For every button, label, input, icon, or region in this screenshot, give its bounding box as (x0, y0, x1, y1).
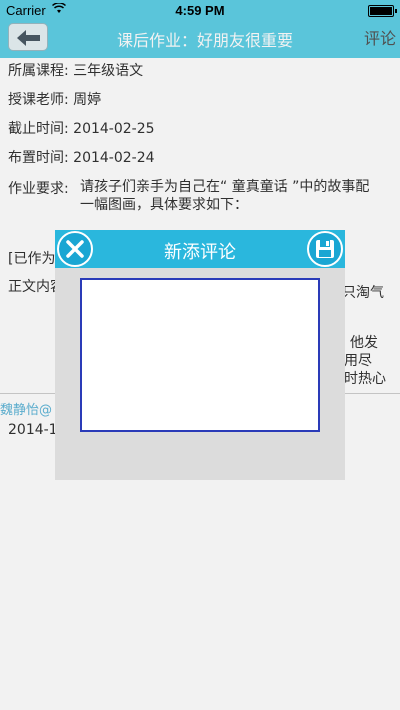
dialog-header: 新添评论 (55, 230, 345, 268)
dialog-title: 新添评论 (164, 242, 236, 263)
save-icon (316, 240, 334, 258)
save-button[interactable] (307, 231, 343, 267)
new-comment-dialog: 新添评论 (55, 230, 345, 480)
comment-input[interactable] (80, 278, 320, 432)
